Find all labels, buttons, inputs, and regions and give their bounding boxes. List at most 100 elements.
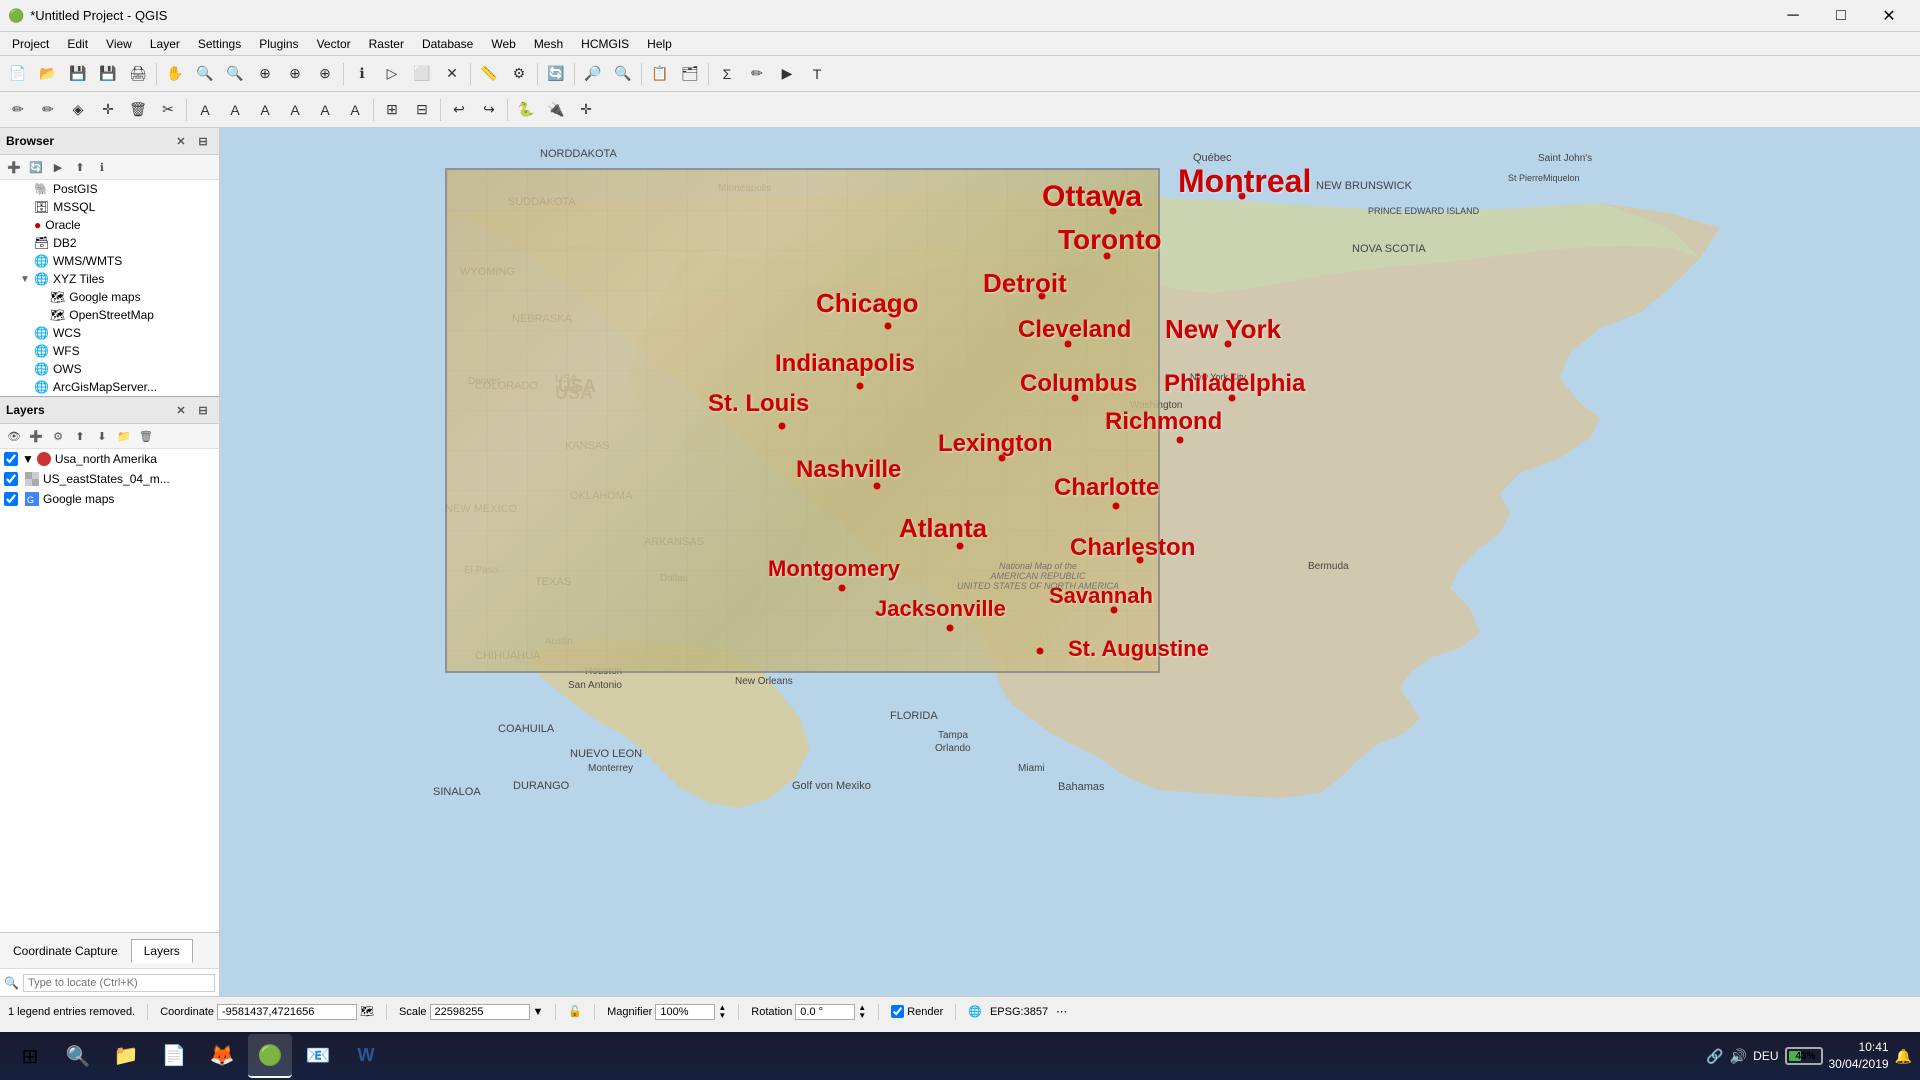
browser-collapse-btn[interactable]: ▶ xyxy=(48,157,68,177)
label-tool-btn[interactable]: A xyxy=(191,96,219,124)
menu-item-settings[interactable]: Settings xyxy=(190,35,249,53)
magnifier-input[interactable] xyxy=(655,1004,715,1020)
layer-item-usa[interactable]: ▼ Usa_north Amerika xyxy=(0,449,219,469)
node-btn[interactable]: ◈ xyxy=(64,96,92,124)
tab-layers[interactable]: Layers xyxy=(131,939,193,963)
select-button[interactable]: ▷ xyxy=(378,60,406,88)
select-rect-button[interactable]: ⬜ xyxy=(408,60,436,88)
menu-item-view[interactable]: View xyxy=(98,35,140,53)
deselect-button[interactable]: ✕ xyxy=(438,60,466,88)
keyboard-lang[interactable]: DEU xyxy=(1753,1049,1778,1063)
open-project-button[interactable]: 📂 xyxy=(34,60,62,88)
taskbar-word[interactable]: W xyxy=(344,1034,388,1078)
notifications-icon[interactable]: 🔔 xyxy=(1895,1048,1912,1065)
browser-filter-btn[interactable]: ⬆ xyxy=(70,157,90,177)
statistics-button[interactable]: Σ xyxy=(713,60,741,88)
browser-item-google-maps[interactable]: 🗺 Google maps xyxy=(0,288,219,306)
menu-item-mesh[interactable]: Mesh xyxy=(526,35,571,53)
zoom-out-button[interactable]: 🔍 xyxy=(221,60,249,88)
menu-item-help[interactable]: Help xyxy=(639,35,680,53)
new-project-button[interactable]: 📄 xyxy=(4,60,32,88)
map-area[interactable]: NORDDAKOTA SUDDAKOTA WYOMING NEBRASKA CO… xyxy=(220,128,1920,996)
layers-float-btn[interactable]: ⊟ xyxy=(193,400,213,420)
actions-button[interactable]: ▶ xyxy=(773,60,801,88)
browser-add-btn[interactable]: ➕ xyxy=(4,157,24,177)
menu-item-layer[interactable]: Layer xyxy=(142,35,188,53)
move-btn[interactable]: ✛ xyxy=(94,96,122,124)
status-more-btn[interactable]: ⋯ xyxy=(1056,1005,1067,1018)
edit-btn[interactable]: ✏ xyxy=(34,96,62,124)
zoom-in-map[interactable]: 🔎 xyxy=(579,60,607,88)
label-tool-btn3[interactable]: A xyxy=(251,96,279,124)
save-as-button[interactable]: 💾 xyxy=(94,60,122,88)
taskbar-acrobat[interactable]: 📄 xyxy=(152,1034,196,1078)
browser-item-postgis[interactable]: 🐘 PostGIS xyxy=(0,180,219,198)
topology-btn[interactable]: ⊟ xyxy=(408,96,436,124)
menu-item-database[interactable]: Database xyxy=(414,35,481,53)
layer-group-btn[interactable]: 📁 xyxy=(114,426,134,446)
maximize-button[interactable]: □ xyxy=(1818,0,1864,32)
menu-item-hcmgis[interactable]: HCMGIS xyxy=(573,35,637,53)
scale-input[interactable] xyxy=(430,1004,530,1020)
browser-item-arcgis[interactable]: 🌐 ArcGisMapServer... xyxy=(0,378,219,396)
layer-add-btn[interactable]: ➕ xyxy=(26,426,46,446)
rotation-spinner[interactable]: ▲ ▼ xyxy=(858,1004,866,1020)
menu-item-web[interactable]: Web xyxy=(483,35,523,53)
layout-manager-button[interactable]: 📋 xyxy=(646,60,674,88)
label-tool-btn4[interactable]: A xyxy=(281,96,309,124)
field-calc-button[interactable]: ✏ xyxy=(743,60,771,88)
minimize-button[interactable]: ─ xyxy=(1770,0,1816,32)
layer-up-btn[interactable]: ⬆ xyxy=(70,426,90,446)
menu-item-raster[interactable]: Raster xyxy=(361,35,412,53)
rotation-input[interactable] xyxy=(795,1004,855,1020)
layer-item-google[interactable]: G Google maps xyxy=(0,489,219,509)
label-tool-btn2[interactable]: A xyxy=(221,96,249,124)
battery-indicator[interactable]: 43% xyxy=(1785,1047,1823,1065)
browser-refresh-btn[interactable]: 🔄 xyxy=(26,157,46,177)
render-checkbox[interactable] xyxy=(891,1005,904,1018)
layers-close-btn[interactable]: ✕ xyxy=(171,400,191,420)
refresh-button[interactable]: 🔄 xyxy=(542,60,570,88)
zoom-selection-button[interactable]: ⊕ xyxy=(311,60,339,88)
menu-item-project[interactable]: Project xyxy=(4,35,57,53)
digitize-btn[interactable]: ✏ xyxy=(4,96,32,124)
browser-item-wcs[interactable]: 🌐 WCS xyxy=(0,324,219,342)
browser-options-btn[interactable]: ℹ xyxy=(92,157,112,177)
browser-item-xyz[interactable]: ▼ 🌐 XYZ Tiles xyxy=(0,270,219,288)
browser-item-wfs[interactable]: 🌐 WFS xyxy=(0,342,219,360)
menu-item-edit[interactable]: Edit xyxy=(59,35,96,53)
atlas-button[interactable]: 🗂 xyxy=(676,60,704,88)
zoom-in-button[interactable]: 🔍 xyxy=(191,60,219,88)
undo-btn[interactable]: ↩ xyxy=(445,96,473,124)
taskbar-firefox[interactable]: 🦊 xyxy=(200,1034,244,1078)
measure-button[interactable]: 📏 xyxy=(475,60,503,88)
layer-check-us-east[interactable] xyxy=(4,472,18,486)
layer-item-us-east[interactable]: US_eastStates_04_m... xyxy=(0,469,219,489)
scale-dropdown-icon[interactable]: ▼ xyxy=(533,1006,544,1018)
cut-btn[interactable]: ✂ xyxy=(154,96,182,124)
magnifier-spinner[interactable]: ▲ ▼ xyxy=(718,1004,726,1020)
taskbar-qgis[interactable]: 🟢 xyxy=(248,1034,292,1078)
search-button[interactable]: 🔍 xyxy=(56,1034,100,1078)
locate-input[interactable] xyxy=(23,974,215,992)
layer-check-usa[interactable] xyxy=(4,452,18,466)
delete-btn[interactable]: 🗑 xyxy=(124,96,152,124)
coordinate-input[interactable] xyxy=(217,1004,357,1020)
browser-item-oracle[interactable]: ● Oracle xyxy=(0,216,219,234)
menu-item-plugins[interactable]: Plugins xyxy=(251,35,306,53)
label-tool-btn6[interactable]: A xyxy=(341,96,369,124)
layer-properties-button[interactable]: ⚙ xyxy=(505,60,533,88)
browser-item-ows[interactable]: 🌐 OWS xyxy=(0,360,219,378)
browser-float-btn[interactable]: ⊟ xyxy=(193,131,213,151)
menu-item-vector[interactable]: Vector xyxy=(309,35,359,53)
redo-btn[interactable]: ↪ xyxy=(475,96,503,124)
browser-close-btn[interactable]: ✕ xyxy=(171,131,191,151)
browser-item-mssql[interactable]: 🗄 MSSQL xyxy=(0,198,219,216)
browser-item-osm[interactable]: 🗺 OpenStreetMap xyxy=(0,306,219,324)
pan-button[interactable]: ✋ xyxy=(161,60,189,88)
network-icon[interactable]: 🔗 xyxy=(1706,1048,1723,1065)
taskbar-time[interactable]: 10:41 30/04/2019 xyxy=(1829,1039,1889,1073)
tab-coordinate-capture[interactable]: Coordinate Capture xyxy=(0,939,131,962)
browser-item-db2[interactable]: 🗃 DB2 xyxy=(0,234,219,252)
label-button[interactable]: T xyxy=(803,60,831,88)
